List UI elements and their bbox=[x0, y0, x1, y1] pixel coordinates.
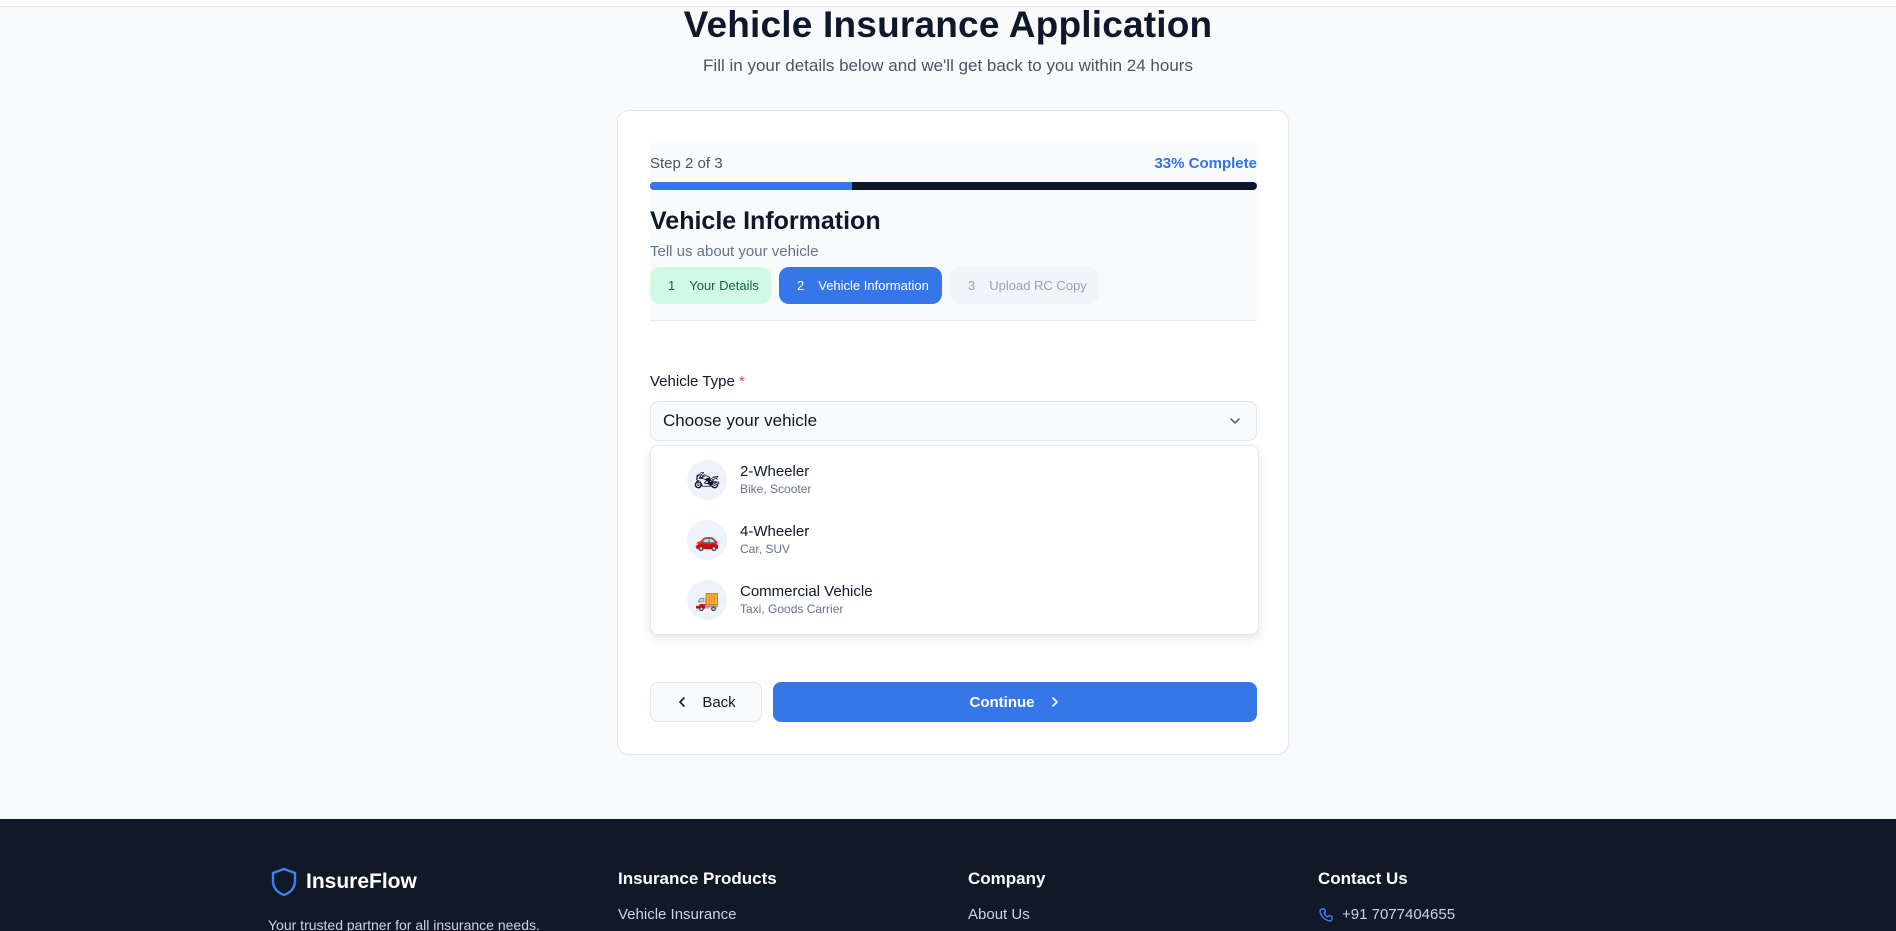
site-footer: InsureFlow Your trusted partner for all … bbox=[0, 819, 1896, 931]
required-marker: * bbox=[738, 373, 745, 390]
chevron-down-icon bbox=[1230, 418, 1240, 424]
option-name: 2-Wheeler bbox=[740, 463, 810, 480]
progress-bar bbox=[650, 182, 1257, 190]
option-subtext: Taxi, Goods Carrier bbox=[740, 602, 844, 616]
brand-name: InsureFlow bbox=[306, 870, 417, 893]
step-tab-your-details[interactable]: 1 Your Details bbox=[650, 267, 771, 304]
step-label: Upload RC Copy bbox=[989, 278, 1087, 293]
step-tabs: 1 Your Details 2 Vehicle Information 3 U… bbox=[650, 267, 1099, 304]
option-subtext: Car, SUV bbox=[740, 542, 791, 556]
footer-link-about-us[interactable]: About Us bbox=[968, 906, 1045, 923]
continue-button-label: Continue bbox=[969, 693, 1035, 711]
footer-link-phone[interactable]: +91 7077404655 bbox=[1318, 906, 1455, 923]
footer-link-label: +91 7077404655 bbox=[1342, 906, 1456, 923]
option-name: Commercial Vehicle bbox=[740, 583, 873, 600]
vehicle-type-label: Vehicle Type * bbox=[650, 373, 745, 390]
step-label: Vehicle Information bbox=[818, 278, 929, 293]
vehicle-type-placeholder: Choose your vehicle bbox=[663, 411, 818, 430]
progress-percent: 33% Complete bbox=[1154, 155, 1257, 172]
footer-tagline: Your trusted partner for all insurance n… bbox=[268, 917, 540, 931]
step-tab-upload-rc-copy[interactable]: 3 Upload RC Copy bbox=[950, 267, 1099, 304]
continue-button[interactable]: Continue bbox=[773, 682, 1257, 722]
footer-brand[interactable]: InsureFlow bbox=[270, 867, 417, 897]
shield-icon bbox=[271, 867, 297, 897]
footer-link-label: About Us bbox=[968, 906, 1030, 923]
vehicle-type-select[interactable]: Choose your vehicle bbox=[650, 401, 1257, 441]
step-number: 2 bbox=[797, 278, 805, 293]
chevron-left-icon bbox=[679, 697, 686, 707]
truck-icon: 🚚 bbox=[687, 580, 727, 620]
footer-column-insurance-products: Insurance Products Vehicle Insurance bbox=[618, 869, 777, 923]
motorcycle-icon: 🏍 bbox=[687, 460, 727, 500]
application-card: Step 2 of 3 33% Complete Vehicle Informa… bbox=[617, 110, 1289, 755]
section-title: Vehicle Information bbox=[650, 207, 881, 235]
back-button-label: Back bbox=[702, 693, 736, 711]
option-commercial-vehicle[interactable]: 🚚 Commercial Vehicle Taxi, Goods Carrier bbox=[687, 579, 1227, 621]
footer-column-heading: Insurance Products bbox=[618, 869, 777, 888]
footer-column-heading: Contact Us bbox=[1318, 869, 1408, 888]
car-icon: 🚗 bbox=[687, 520, 727, 560]
step-number: 1 bbox=[668, 278, 676, 293]
section-description: Tell us about your vehicle bbox=[650, 243, 819, 260]
footer-column-heading: Company bbox=[968, 869, 1046, 888]
footer-column-contact-us: Contact Us +91 7077404655 bbox=[1318, 869, 1455, 923]
step-label: Your Details bbox=[689, 278, 759, 293]
step-number: 3 bbox=[968, 278, 976, 293]
option-name: 4-Wheeler bbox=[740, 523, 810, 540]
option-subtext: Bike, Scooter bbox=[740, 482, 812, 496]
footer-link-vehicle-insurance[interactable]: Vehicle Insurance bbox=[618, 906, 777, 923]
back-button[interactable]: Back bbox=[650, 682, 762, 722]
chevron-right-icon bbox=[1051, 697, 1058, 707]
footer-column-company: Company About Us bbox=[968, 869, 1045, 923]
option-2-wheeler[interactable]: 🏍 2-Wheeler Bike, Scooter bbox=[687, 459, 1227, 501]
page-title: Vehicle Insurance Application bbox=[683, 4, 1213, 45]
option-4-wheeler[interactable]: 🚗 4-Wheeler Car, SUV bbox=[687, 519, 1227, 561]
vehicle-type-label-text: Vehicle Type bbox=[650, 373, 735, 390]
step-tab-vehicle-information[interactable]: 2 Vehicle Information bbox=[779, 267, 942, 304]
footer-link-label: Vehicle Insurance bbox=[618, 906, 737, 923]
vehicle-type-dropdown: 🏍 2-Wheeler Bike, Scooter 🚗 4-Wheeler Ca… bbox=[650, 445, 1259, 635]
page-subtitle: Fill in your details below and we'll get… bbox=[703, 56, 1193, 75]
step-indicator: Step 2 of 3 bbox=[650, 155, 723, 172]
card-header: Step 2 of 3 33% Complete Vehicle Informa… bbox=[650, 143, 1257, 321]
progress-bar-fill bbox=[650, 182, 853, 190]
phone-icon bbox=[1319, 907, 1333, 922]
